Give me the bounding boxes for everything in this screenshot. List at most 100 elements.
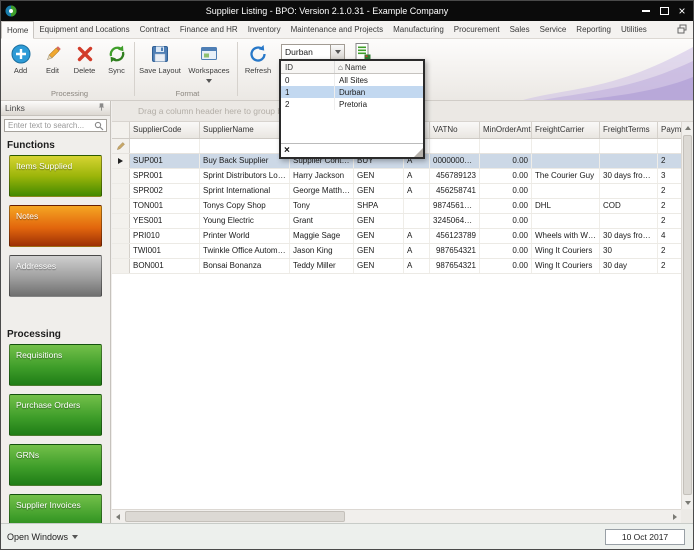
- sidebar-item-addresses[interactable]: Addresses: [9, 255, 102, 297]
- sidebar-item-notes[interactable]: Notes: [9, 205, 102, 247]
- column-header-min-order-amt[interactable]: MinOrderAmt: [480, 122, 532, 138]
- table-row[interactable]: TON001 Tonys Copy Shop Tony SHPA 9874561…: [112, 199, 681, 214]
- child-restore-icon: [677, 24, 687, 33]
- lookup-header-row: ID ⌂ Name: [281, 61, 423, 74]
- cell: [532, 214, 600, 228]
- ribbon-group-format: Format: [175, 89, 200, 98]
- search-input[interactable]: [5, 121, 94, 130]
- links-panel-title: Links: [5, 103, 25, 113]
- sidebar-item-purchase-orders[interactable]: Purchase Orders: [9, 394, 102, 436]
- scroll-up-button[interactable]: [682, 122, 693, 134]
- table-row[interactable]: TWI001 Twinkle Office Automation Jason K…: [112, 244, 681, 259]
- tab-equipment-and-locations[interactable]: Equipment and Locations: [34, 21, 134, 38]
- resize-grip[interactable]: [414, 148, 423, 157]
- date-display[interactable]: 10 Oct 2017: [605, 528, 685, 545]
- maximize-button[interactable]: [655, 2, 673, 20]
- sidebar-item-grns[interactable]: GRNs: [9, 444, 102, 486]
- cell: SPR002: [130, 184, 200, 198]
- lookup-column-name-label: Name: [344, 62, 367, 72]
- scroll-left-button[interactable]: [112, 510, 124, 523]
- table-row[interactable]: YES001 Young Electric Grant GEN 32450646…: [112, 214, 681, 229]
- site-filter-combobox[interactable]: Durban: [281, 44, 345, 60]
- child-restore-button[interactable]: [677, 24, 687, 36]
- cell: The Courier Guy: [532, 169, 600, 183]
- tab-reporting[interactable]: Reporting: [571, 21, 616, 38]
- header-indicator-cell: [112, 122, 130, 138]
- delete-button[interactable]: Delete: [69, 41, 100, 87]
- table-row[interactable]: BON001 Bonsai Bonanza Teddy Miller GEN A…: [112, 259, 681, 274]
- cell: 0.00: [480, 214, 532, 228]
- cell: 0.00: [480, 199, 532, 213]
- close-button[interactable]: ×: [673, 2, 691, 20]
- lookup-row-pretoria[interactable]: 2 Pretoria: [281, 98, 423, 110]
- clear-selection-button[interactable]: ×: [284, 145, 290, 156]
- column-header-payment-terms[interactable]: PaymentTerms: [658, 122, 681, 138]
- column-header-supplier-code[interactable]: SupplierCode: [130, 122, 200, 138]
- search-icon[interactable]: [94, 121, 104, 131]
- minimize-button[interactable]: [637, 2, 655, 20]
- site-filter-dropdown-button[interactable]: [330, 45, 344, 59]
- horizontal-scroll-thumb[interactable]: [125, 511, 345, 522]
- lookup-column-name[interactable]: ⌂ Name: [335, 63, 423, 72]
- cell: COD: [600, 199, 658, 213]
- tab-maintenance-and-projects[interactable]: Maintenance and Projects: [286, 21, 389, 38]
- table-row[interactable]: SPR002 Sprint International George Matth…: [112, 184, 681, 199]
- pin-button[interactable]: [97, 102, 106, 114]
- cell: SPR001: [130, 169, 200, 183]
- cell: Buy Back Supplier: [200, 154, 290, 168]
- lookup-row-all-sites[interactable]: 0 All Sites: [281, 74, 423, 86]
- cell: 0.00: [480, 169, 532, 183]
- horizontal-scrollbar[interactable]: [112, 509, 681, 523]
- column-header-vat-no[interactable]: VATNo: [430, 122, 480, 138]
- scroll-right-button[interactable]: [669, 510, 681, 523]
- minimize-icon: [642, 10, 650, 12]
- scroll-down-button[interactable]: [682, 497, 693, 509]
- cell: GEN: [354, 214, 404, 228]
- lookup-row-durban[interactable]: 1 Durban: [281, 86, 423, 98]
- column-header-supplier-name[interactable]: SupplierName: [200, 122, 290, 138]
- cell: 2: [658, 154, 681, 168]
- vertical-scrollbar[interactable]: [681, 122, 693, 509]
- tab-procurement[interactable]: Procurement: [449, 21, 505, 38]
- lookup-cell-name: Pretoria: [339, 99, 368, 109]
- tab-service[interactable]: Service: [535, 21, 572, 38]
- tab-finance-and-hr[interactable]: Finance and HR: [175, 21, 243, 38]
- refresh-button[interactable]: Refresh: [241, 41, 275, 87]
- cell: Tony: [290, 199, 354, 213]
- maximize-icon: [659, 7, 669, 15]
- table-row[interactable]: PRI010 Printer World Maggie Sage GEN A 4…: [112, 229, 681, 244]
- edit-button[interactable]: Edit: [37, 41, 68, 87]
- sidebar-item-items-supplied[interactable]: Items Supplied: [9, 155, 102, 197]
- column-header-freight-terms[interactable]: FreightTerms: [600, 122, 658, 138]
- sync-button[interactable]: Sync: [101, 41, 132, 87]
- cell: [600, 214, 658, 228]
- cell: 9874561321: [430, 199, 480, 213]
- cell: TON001: [130, 199, 200, 213]
- open-windows-button[interactable]: Open Windows: [7, 532, 79, 542]
- title-bar: Supplier Listing - BPO: Version 2.1.0.31…: [1, 1, 693, 21]
- tab-home[interactable]: Home: [1, 21, 35, 39]
- vertical-scroll-thumb[interactable]: [683, 135, 692, 495]
- row-indicator: [112, 229, 130, 243]
- cell: 0.00: [480, 244, 532, 258]
- tab-inventory[interactable]: Inventory: [243, 21, 286, 38]
- add-button[interactable]: Add: [5, 41, 36, 87]
- cell: Sprint Distributors Local: [200, 169, 290, 183]
- processing-section-title: Processing: [7, 329, 61, 340]
- tab-sales[interactable]: Sales: [505, 21, 535, 38]
- lookup-column-id[interactable]: ID: [281, 61, 335, 73]
- table-row[interactable]: SPR001 Sprint Distributors Local Harry J…: [112, 169, 681, 184]
- lookup-cell-id: 2: [281, 98, 335, 110]
- arrow-down-icon: [684, 501, 691, 505]
- ribbon-decoration: [523, 47, 693, 100]
- workspaces-button[interactable]: Workspaces: [184, 41, 234, 87]
- column-header-freight-carrier[interactable]: FreightCarrier: [532, 122, 600, 138]
- tab-manufacturing[interactable]: Manufacturing: [388, 21, 449, 38]
- sidebar-item-requisitions[interactable]: Requisitions: [9, 344, 102, 386]
- chevron-down-icon: [72, 534, 79, 539]
- tab-contract[interactable]: Contract: [135, 21, 175, 38]
- tab-utilities[interactable]: Utilities: [616, 21, 652, 38]
- sidebar-item-supplier-invoices[interactable]: Supplier Invoices: [9, 494, 102, 523]
- cell: George Matthews: [290, 184, 354, 198]
- save-layout-button[interactable]: Save Layout: [138, 41, 182, 87]
